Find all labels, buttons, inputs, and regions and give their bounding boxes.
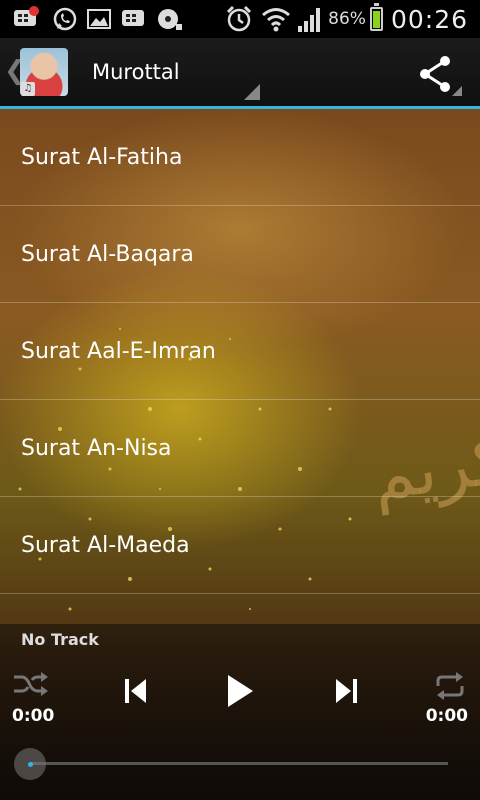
list-item[interactable]: Surat Al-Fatiha [0,109,480,206]
status-bar: 86% 00:26 [0,0,480,38]
elapsed-time: 0:00 [12,706,55,726]
list-item[interactable]: Surat Al-Baqara [0,206,480,303]
overflow-indicator-icon [452,86,462,96]
app-title[interactable]: Murottal [92,60,180,84]
dropdown-indicator-icon[interactable] [244,84,260,100]
player-panel: No Track 0:00 0:00 [0,624,480,800]
action-bar: ❮ ♫ Murottal [0,38,480,108]
previous-icon[interactable] [122,676,150,706]
list-item-label: Surat Aal-E-Imran [21,338,216,364]
gallery-icon [87,9,111,29]
battery-percent: 86% [328,9,366,29]
alarm-icon [227,5,252,32]
list-item-label: Surat Al-Fatiha [21,144,183,170]
list-item[interactable]: Surat An-Nisa [0,400,480,497]
music-badge-icon: ♫ [21,82,35,96]
track-name: No Track [21,630,99,649]
whatsapp-icon [53,7,77,31]
battery-level [372,10,380,28]
repeat-icon[interactable] [432,670,468,702]
shuffle-icon[interactable] [12,670,50,700]
next-icon[interactable] [332,676,360,706]
signal-icon [298,8,321,32]
bbm-icon [122,10,144,26]
surah-list: Surat Al-Fatiha Surat Al-Baqara Surat Aa… [0,109,480,594]
total-time: 0:00 [425,706,468,726]
list-item[interactable]: Surat Al-Maeda [0,497,480,594]
list-item-label: Surat An-Nisa [21,435,172,461]
seek-progress-dot [28,762,33,767]
play-icon[interactable] [224,672,256,710]
battery-icon [369,3,383,31]
media-icon [158,9,182,30]
list-item[interactable]: Surat Aal-E-Imran [0,303,480,400]
list-item-label: Surat Al-Maeda [21,532,190,558]
bbm-notification-icon [14,6,39,26]
list-item-label: Surat Al-Baqara [21,241,194,267]
seek-bar[interactable] [30,762,448,765]
status-clock: 00:26 [390,4,468,34]
wifi-icon [262,8,291,32]
